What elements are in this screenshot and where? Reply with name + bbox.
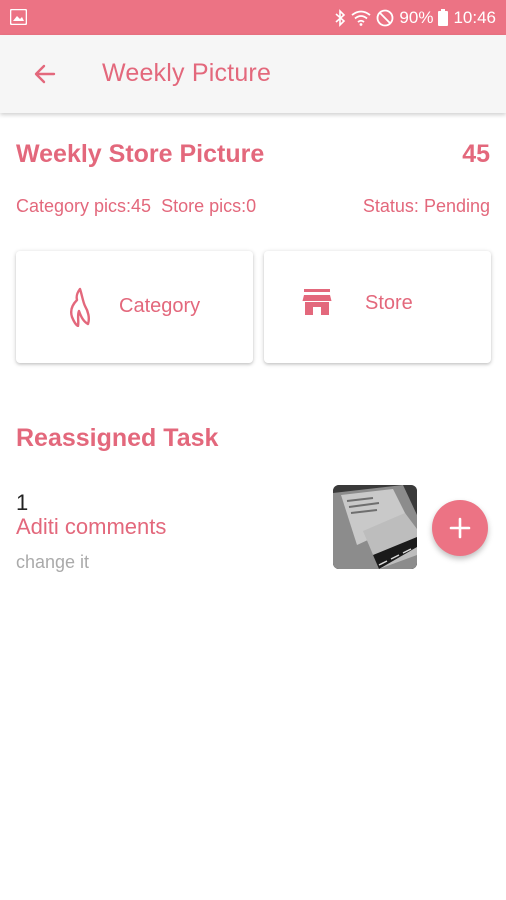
clock: 10:46 [453, 7, 496, 27]
picture-count: 45 [462, 140, 490, 168]
task-number: 1 [16, 490, 29, 515]
page-title: Weekly Picture [102, 59, 272, 87]
status-label: Status: Pending [362, 196, 490, 216]
store-pics-count: Store pics:0 [161, 196, 257, 216]
task-photo-thumbnail[interactable] [333, 485, 417, 569]
wifi-icon [351, 10, 371, 26]
category-label: Category [119, 295, 201, 317]
task-author: Aditi comments [16, 514, 167, 539]
battery-percent: 90% [399, 7, 434, 27]
bluetooth-icon [335, 8, 346, 27]
task-comment: change it [16, 552, 90, 572]
store-label: Store [365, 292, 413, 314]
store-card[interactable]: Store [264, 251, 491, 363]
battery-icon [438, 9, 449, 26]
document-photo-icon [333, 485, 417, 569]
plus-icon [449, 517, 471, 539]
arrow-left-icon [34, 64, 56, 84]
store-icon [302, 289, 332, 315]
weekly-store-picture-title: Weekly Store Picture [16, 140, 265, 168]
bottle-icon [70, 287, 90, 327]
add-photo-button[interactable] [432, 500, 488, 556]
status-bar: 90% 10:46 [0, 0, 506, 35]
back-button[interactable] [28, 57, 62, 91]
reassigned-task-title: Reassigned Task [16, 424, 219, 452]
image-icon [10, 9, 27, 25]
category-card[interactable]: Category [16, 251, 253, 363]
category-pics-count: Category pics:45 [16, 196, 152, 216]
do-not-disturb-icon [377, 9, 394, 26]
status-icons: 90% 10:46 [334, 0, 496, 35]
app-bar: Weekly Picture [0, 35, 506, 113]
picture-stats: Category pics:45 Store pics:0 [16, 196, 266, 217]
